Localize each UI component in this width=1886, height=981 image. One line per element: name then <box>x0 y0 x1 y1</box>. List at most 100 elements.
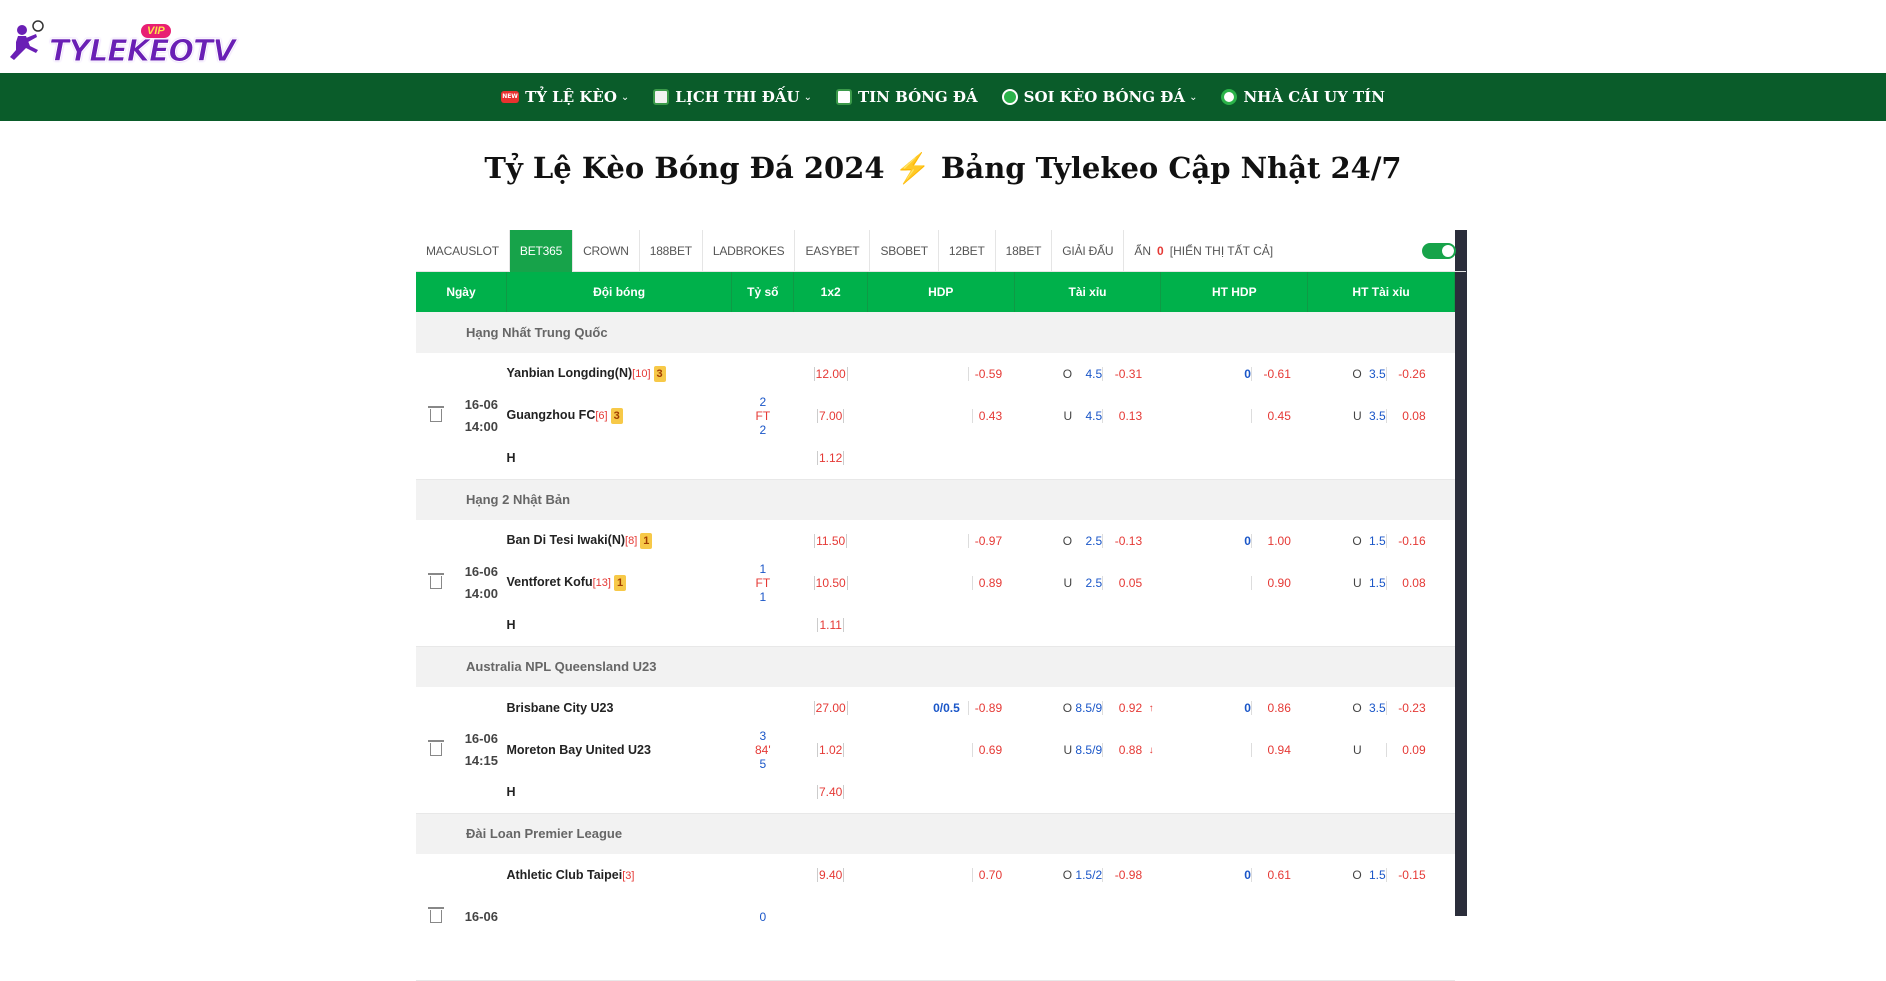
ou-odds[interactable]: 0.88 <box>1102 743 1142 757</box>
score-away: 5 <box>759 756 767 771</box>
col-header-team: Đội bóng <box>506 272 733 312</box>
tab-crown[interactable]: CROWN <box>573 229 640 272</box>
hdp-cell: 0.70 <box>867 854 1014 896</box>
chevron-down-icon: ⌄ <box>620 91 630 103</box>
odds-1x2[interactable]: 1.11 <box>817 617 844 632</box>
team-rank: [10] <box>632 368 651 380</box>
team-name[interactable]: Athletic Club Taipei <box>506 868 622 882</box>
ht-ou-line: 1.5 <box>1368 576 1386 590</box>
ou-odds[interactable]: 0.05 <box>1102 576 1142 590</box>
team-name[interactable]: Brisbane City U23 <box>506 701 613 715</box>
ht-ou-odds[interactable]: 0.09 <box>1385 743 1426 757</box>
tab-easybet[interactable]: EASYBET <box>795 229 871 272</box>
hdp-odds[interactable]: 0.69 <box>971 743 1002 757</box>
ht-ou-cell: U 1.5 0.08 <box>1308 562 1455 604</box>
odds-1x2-cell: 7.00 <box>794 395 867 437</box>
trash-icon[interactable] <box>428 573 445 590</box>
hdp-odds[interactable]: 0.43 <box>971 409 1002 423</box>
tab-ladbrokes[interactable]: LADBROKES <box>703 229 796 272</box>
odds-1x2[interactable]: 9.40 <box>816 868 845 882</box>
ht-ou-line: 1.5 <box>1368 534 1386 548</box>
odds-1x2[interactable]: 12.00 <box>813 367 848 381</box>
team-name[interactable]: Moreton Bay United U23 <box>506 743 650 757</box>
tab-18bet[interactable]: 18BET <box>996 229 1053 272</box>
ht-hdp-cell: 0.94 <box>1161 729 1308 771</box>
odds-1x2-cell: 1.11 <box>794 604 867 646</box>
hdp-odds[interactable]: -0.97 <box>967 534 1002 548</box>
odds-1x2[interactable]: 27.00 <box>813 701 848 715</box>
col-header-score: Tỷ số <box>731 272 795 312</box>
tab-188bet[interactable]: 188BET <box>640 229 703 272</box>
ht-hdp-odds[interactable]: 0.94 <box>1250 743 1291 757</box>
ht-hdp-odds[interactable]: 0.61 <box>1250 868 1291 882</box>
ou-odds[interactable]: -0.31 <box>1102 367 1142 381</box>
nav-label: NHÀ CÁI UY TÍN <box>1243 88 1385 106</box>
odds-1x2[interactable]: 10.50 <box>813 576 848 590</box>
nav-item-tin-bong-da[interactable]: TIN BÓNG ĐÁ <box>824 88 990 106</box>
league-name: Australia NPL Queensland U23 <box>416 646 1455 687</box>
site-logo[interactable]: TYLEKEOTV VIP <box>4 18 236 70</box>
ou-cell: U 8.5/9 0.88 ↓ <box>1014 729 1161 771</box>
new-badge-icon: NEW <box>501 91 520 103</box>
ou-odds[interactable]: -0.13 <box>1102 534 1142 548</box>
ht-hdp-odds[interactable]: 0.86 <box>1250 701 1291 715</box>
ou-odds[interactable]: 0.13 <box>1102 409 1142 423</box>
team-name[interactable]: Guangzhou FC <box>506 408 595 422</box>
league-row: Australia NPL Queensland U23 <box>416 646 1455 687</box>
ht-hdp-odds[interactable]: 1.00 <box>1250 534 1291 548</box>
team-name[interactable]: Ventforet Kofu <box>506 575 592 589</box>
ht-hdp-odds[interactable]: -0.61 <box>1250 367 1291 381</box>
tab-giai-dau[interactable]: GIẢI ĐẤU <box>1052 229 1125 272</box>
odds-1x2[interactable]: 1.02 <box>816 743 845 757</box>
ht-ou-odds[interactable]: -0.16 <box>1385 534 1426 548</box>
team-name[interactable]: Yanbian Longding(N) <box>506 366 632 380</box>
nav-item-lich-thi-dau[interactable]: LỊCH THI ĐẤU ⌄ <box>641 88 824 106</box>
ht-ou-odds[interactable]: 0.08 <box>1385 576 1426 590</box>
ht-ou-odds[interactable]: 0.08 <box>1385 409 1426 423</box>
tab-sbobet[interactable]: SBOBET <box>870 229 939 272</box>
hdp-odds[interactable]: 0.89 <box>971 576 1002 590</box>
tab-bet365[interactable]: BET365 <box>509 229 574 272</box>
ht-ou-odds[interactable]: -0.23 <box>1385 701 1426 715</box>
ht-ou-odds[interactable]: -0.26 <box>1385 367 1426 381</box>
ht-ou-odds[interactable]: -0.15 <box>1385 868 1426 882</box>
hide-label: ẨN <box>1134 243 1152 258</box>
trash-icon[interactable] <box>428 740 445 757</box>
odds-1x2[interactable]: 7.00 <box>816 409 845 423</box>
odds-toggle[interactable] <box>1422 243 1456 259</box>
nav-item-nha-cai[interactable]: NHÀ CÁI UY TÍN <box>1209 88 1396 106</box>
tab-12bet[interactable]: 12BET <box>939 229 996 272</box>
score-home: 2 <box>759 394 767 409</box>
table-row: Ventforet Kofu[13] 1 10.50 0.89 U 2.5 0.05 0.90… <box>416 562 1455 604</box>
league-name: Hạng 2 Nhật Bản <box>416 479 1455 520</box>
trash-icon[interactable] <box>428 907 445 924</box>
ou-odds[interactable]: 0.92 <box>1102 701 1142 715</box>
table-row: Guangzhou FC[6] 3 7.00 0.43 U 4.5 0.13 0.45 U 3.5… <box>416 395 1455 437</box>
hdp-odds[interactable]: -0.89 <box>967 701 1002 715</box>
draw-label: H <box>506 784 516 799</box>
nav-item-soi-keo[interactable]: SOI KÈO BÓNG ĐÁ ⌄ <box>990 88 1210 106</box>
hdp-odds[interactable]: -0.59 <box>967 367 1002 381</box>
ht-hdp-line: 0 <box>1244 868 1251 882</box>
hdp-cell: -0.59 <box>867 353 1014 395</box>
match-score: 0 <box>732 854 794 980</box>
hdp-odds[interactable]: 0.70 <box>971 868 1002 882</box>
hdp-cell <box>867 896 1014 938</box>
ht-hdp-odds[interactable]: 0.45 <box>1250 409 1291 423</box>
ht-hdp-odds[interactable]: 0.90 <box>1250 576 1291 590</box>
nav-item-ty-le-keo[interactable]: NEW TỶ LỆ KÈO ⌄ <box>489 88 641 106</box>
ou-line: 8.5/9 <box>1075 701 1103 715</box>
show-all-link[interactable]: [HIỂN THỊ TẤT CẢ] <box>1170 244 1273 258</box>
team-name[interactable]: Ban Di Tesi Iwaki(N) <box>506 533 625 547</box>
ou-label: U <box>1063 743 1073 757</box>
odds-1x2[interactable]: 1.12 <box>816 450 845 465</box>
odds-1x2[interactable]: 7.40 <box>816 784 845 799</box>
match-status: FT <box>755 575 771 590</box>
odds-1x2[interactable]: 11.50 <box>814 534 848 548</box>
tab-macauslot[interactable]: MACAUSLOT <box>416 229 510 272</box>
col-header-ht-hdp: HT HDP <box>1160 272 1309 312</box>
ou-odds[interactable]: -0.98 <box>1102 868 1142 882</box>
trash-icon[interactable] <box>428 406 445 423</box>
team-cell: Brisbane City U23 <box>506 687 731 729</box>
ht-hdp-line: 0 <box>1244 701 1251 715</box>
